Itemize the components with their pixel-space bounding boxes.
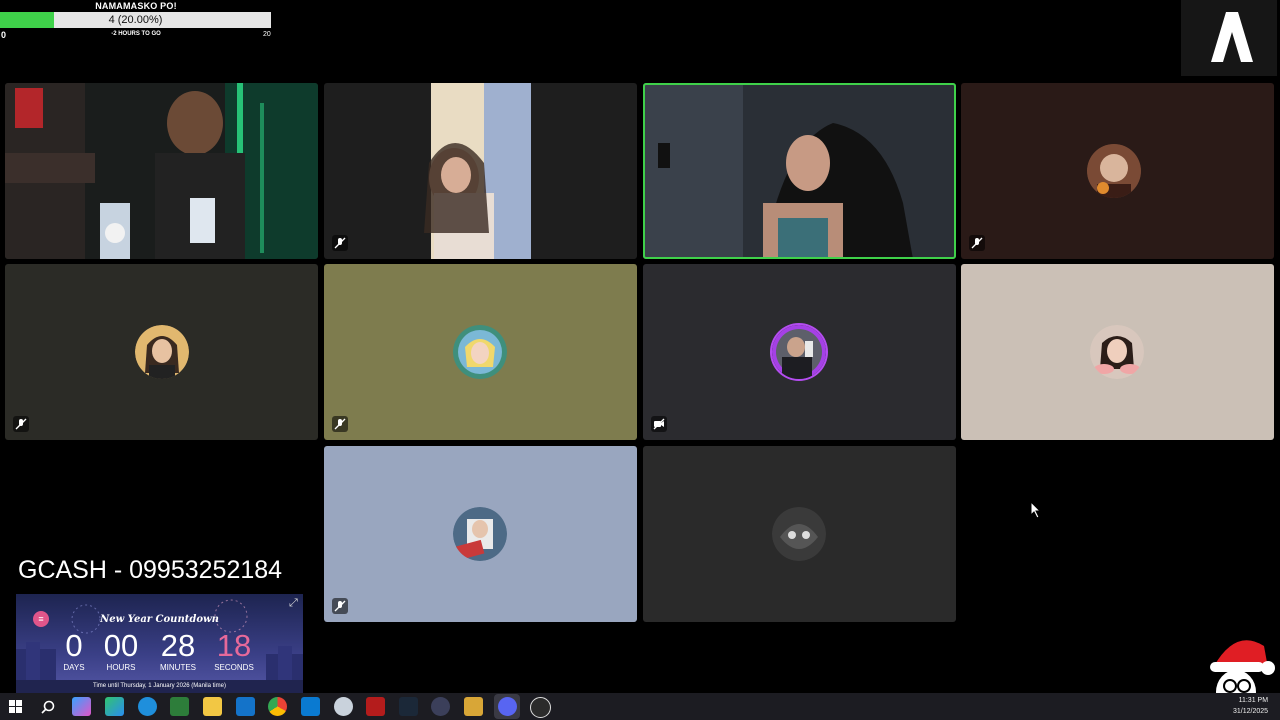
muted-mic-icon (969, 235, 985, 251)
muted-mic-icon (332, 598, 348, 614)
participant-video-feed (424, 83, 531, 259)
gcash-text: GCASH - 09953252184 (18, 556, 283, 584)
participant-avatar (1090, 325, 1144, 379)
participant-avatar (772, 325, 826, 379)
outlook-icon[interactable] (236, 697, 255, 716)
edge-icon-2[interactable] (138, 697, 157, 716)
system-clock[interactable]: 11:31 PM 31/12/2025 (1233, 695, 1268, 717)
participant-tile-3[interactable] (643, 83, 956, 259)
discord-icon[interactable] (498, 697, 517, 716)
logo-icon (1211, 12, 1253, 62)
edge-icon[interactable] (105, 697, 124, 716)
participant-tile-host[interactable] (5, 83, 318, 259)
host-video-feed (5, 83, 318, 259)
obs-icon[interactable] (530, 697, 551, 718)
participant-video-feed (643, 83, 956, 259)
goal-title: NAMAMASKO PO! (95, 1, 177, 11)
excel-icon[interactable] (170, 697, 189, 716)
countdown-footer: Time until Thursday, 1 January 2026 (Man… (93, 683, 226, 689)
participant-avatar (1087, 144, 1141, 198)
participant-tile-7[interactable] (643, 264, 956, 440)
steam-icon[interactable] (399, 697, 418, 716)
participant-tile-10[interactable] (643, 446, 956, 622)
participant-tile-4[interactable] (961, 83, 1274, 259)
windows-start-icon[interactable] (6, 697, 25, 716)
new-year-countdown: ≡ ⤢ New Year Countdown 0 00 28 18 DAYS H… (16, 594, 303, 694)
expand-icon[interactable]: ⤢ (289, 597, 298, 610)
goal-subtitle: -2 HOURS TO GO (111, 31, 161, 37)
participant-tile-2[interactable] (324, 83, 637, 259)
participant-tile-5[interactable] (5, 264, 318, 440)
windows-taskbar (0, 693, 1280, 720)
muted-mic-icon (332, 235, 348, 251)
participant-avatar (135, 325, 189, 379)
chrome-icon[interactable] (268, 697, 287, 716)
countdown-minutes: 28 (160, 628, 196, 663)
participant-tile-9[interactable] (324, 446, 637, 622)
clock-time: 11:31 PM (1238, 697, 1269, 704)
muted-mic-icon (332, 416, 348, 432)
app-icon[interactable] (334, 697, 353, 716)
calculator-icon[interactable] (431, 697, 450, 716)
participant-avatar (772, 507, 826, 561)
goal-progress-text: 4 (20.00%) (108, 14, 163, 26)
participant-tile-6[interactable] (324, 264, 637, 440)
countdown-title: New Year Countdown (100, 614, 219, 625)
search-icon[interactable] (38, 697, 57, 716)
store-icon[interactable] (301, 697, 320, 716)
tool-icon[interactable] (464, 697, 483, 716)
copilot-icon[interactable] (72, 697, 91, 716)
mouse-cursor-icon (1030, 501, 1042, 519)
goal-progress-bar: 4 (20.00%) (0, 12, 271, 28)
participant-tile-8[interactable] (961, 264, 1274, 440)
seconds-label: SECONDS (214, 663, 254, 672)
goal-max: 20 (263, 31, 271, 38)
days-label: DAYS (63, 663, 85, 672)
muted-mic-icon (13, 416, 29, 432)
participant-avatar (453, 507, 507, 561)
countdown-days: 0 (65, 628, 83, 663)
clock-date: 31/12/2025 (1233, 708, 1269, 715)
donation-goal-widget: NAMAMASKO PO! 4 (20.00%) 0 -2 HOURS TO G… (0, 0, 272, 40)
countdown-hours: 00 (103, 628, 139, 663)
voice-changer-icon[interactable] (366, 697, 385, 716)
file-explorer-icon[interactable] (203, 697, 222, 716)
countdown-seconds: 18 (216, 628, 252, 663)
minutes-label: MINUTES (160, 663, 196, 672)
participant-avatar (453, 325, 507, 379)
hours-label: HOURS (106, 663, 136, 672)
camera-off-icon (651, 416, 667, 432)
channel-logo (1181, 0, 1277, 76)
